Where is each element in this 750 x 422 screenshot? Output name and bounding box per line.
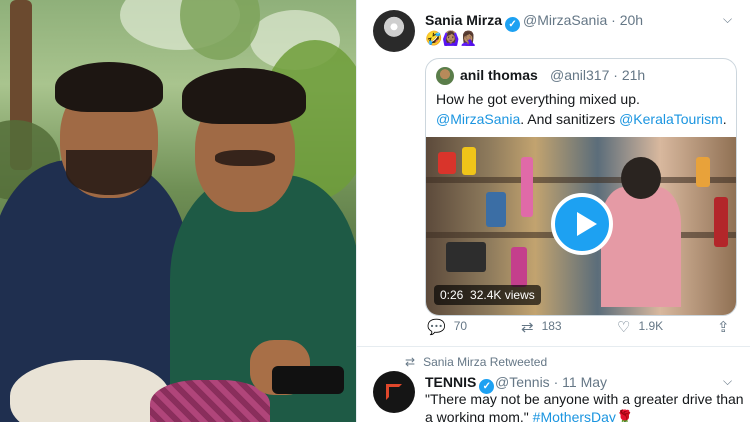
dot-separator: · <box>553 374 563 390</box>
share-icon: ⇪ <box>717 319 730 336</box>
author-meta: @Tennis · 11 May <box>495 374 607 390</box>
author-meta: @MirzaSania · 20h <box>523 12 643 28</box>
quoted-text-part: How he got everything mixed up. <box>436 91 640 107</box>
dot-separator: · <box>613 67 622 83</box>
reply-button[interactable]: 💬 70 <box>427 318 467 336</box>
mention-link[interactable]: @KeralaTourism <box>619 111 723 127</box>
video-player[interactable]: 0:26 32.4K views <box>426 137 736 315</box>
like-count: 1.9K <box>638 319 664 333</box>
tennis-logo-icon <box>386 384 402 400</box>
tweet-time[interactable]: 20h <box>620 12 643 28</box>
quoted-text: How he got everything mixed up. @MirzaSa… <box>436 89 728 129</box>
share-button[interactable]: ⇪ <box>717 318 738 336</box>
retweet-button[interactable]: ⇄ 183 <box>521 318 562 336</box>
mention-link[interactable]: @MirzaSania <box>436 111 520 127</box>
quoted-text-part: . And sanitizers <box>520 111 620 127</box>
tweet-actions: 💬 70 ⇄ 183 ♡ 1.9K ⇪ <box>425 318 737 338</box>
reply-icon: 💬 <box>427 319 446 336</box>
avatar-sania[interactable] <box>373 10 415 52</box>
author-name-text[interactable]: Sania Mirza <box>425 12 502 28</box>
avatar-anil <box>436 67 454 85</box>
quoted-handle: @anil317 <box>550 67 610 83</box>
heart-icon: ♡ <box>617 319 631 336</box>
reply-count: 70 <box>453 319 468 333</box>
like-button[interactable]: ♡ 1.9K <box>617 318 663 336</box>
retweet-icon: ⇄ <box>521 319 534 336</box>
photo-two-men <box>0 0 356 422</box>
quoted-tweet[interactable]: anil thomas @anil317 · 21h How he got ev… <box>425 58 737 316</box>
hashtag-link[interactable]: #MothersDay <box>533 409 616 422</box>
author-name-text[interactable]: TENNIS <box>425 374 476 390</box>
play-icon[interactable] <box>551 193 613 255</box>
quoted-author-name: anil thomas <box>460 67 538 83</box>
author-name[interactable]: Sania Mirza ✓ <box>425 12 521 32</box>
video-views: 32.4K views <box>470 288 535 302</box>
tweet-time[interactable]: 11 May <box>562 374 607 390</box>
video-duration: 0:26 <box>440 288 464 302</box>
quoted-text-part: . <box>722 111 727 127</box>
avatar-tennis[interactable] <box>373 371 415 413</box>
chevron-down-icon[interactable]: ⌵ <box>723 12 732 27</box>
retweet-count: 183 <box>541 319 562 333</box>
rose-emoji: 🌹 <box>615 409 634 422</box>
tweet-sania[interactable]: Sania Mirza ✓ @MirzaSania · 20h ⌵ 🤣🙆🏽‍♀️🤦… <box>357 0 750 346</box>
tweet-feed: Sania Mirza ✓ @MirzaSania · 20h ⌵ 🤣🙆🏽‍♀️🤦… <box>356 0 750 422</box>
quoted-time: 21h <box>621 67 646 83</box>
author-handle[interactable]: @MirzaSania <box>523 12 607 28</box>
dot-separator: · <box>611 12 620 28</box>
verified-check-icon: ✓ <box>505 17 521 32</box>
tweet-emojis: 🤣🙆🏽‍♀️🤦🏽‍♀️ <box>425 30 478 46</box>
author-handle[interactable]: @Tennis <box>495 374 550 390</box>
quoted-author-meta: @anil317 · 21h <box>550 67 645 83</box>
tweet-text: "There may not be anyone with a greater … <box>425 390 745 422</box>
chevron-down-icon[interactable]: ⌵ <box>723 374 732 389</box>
video-stats: 0:26 32.4K views <box>434 285 541 305</box>
